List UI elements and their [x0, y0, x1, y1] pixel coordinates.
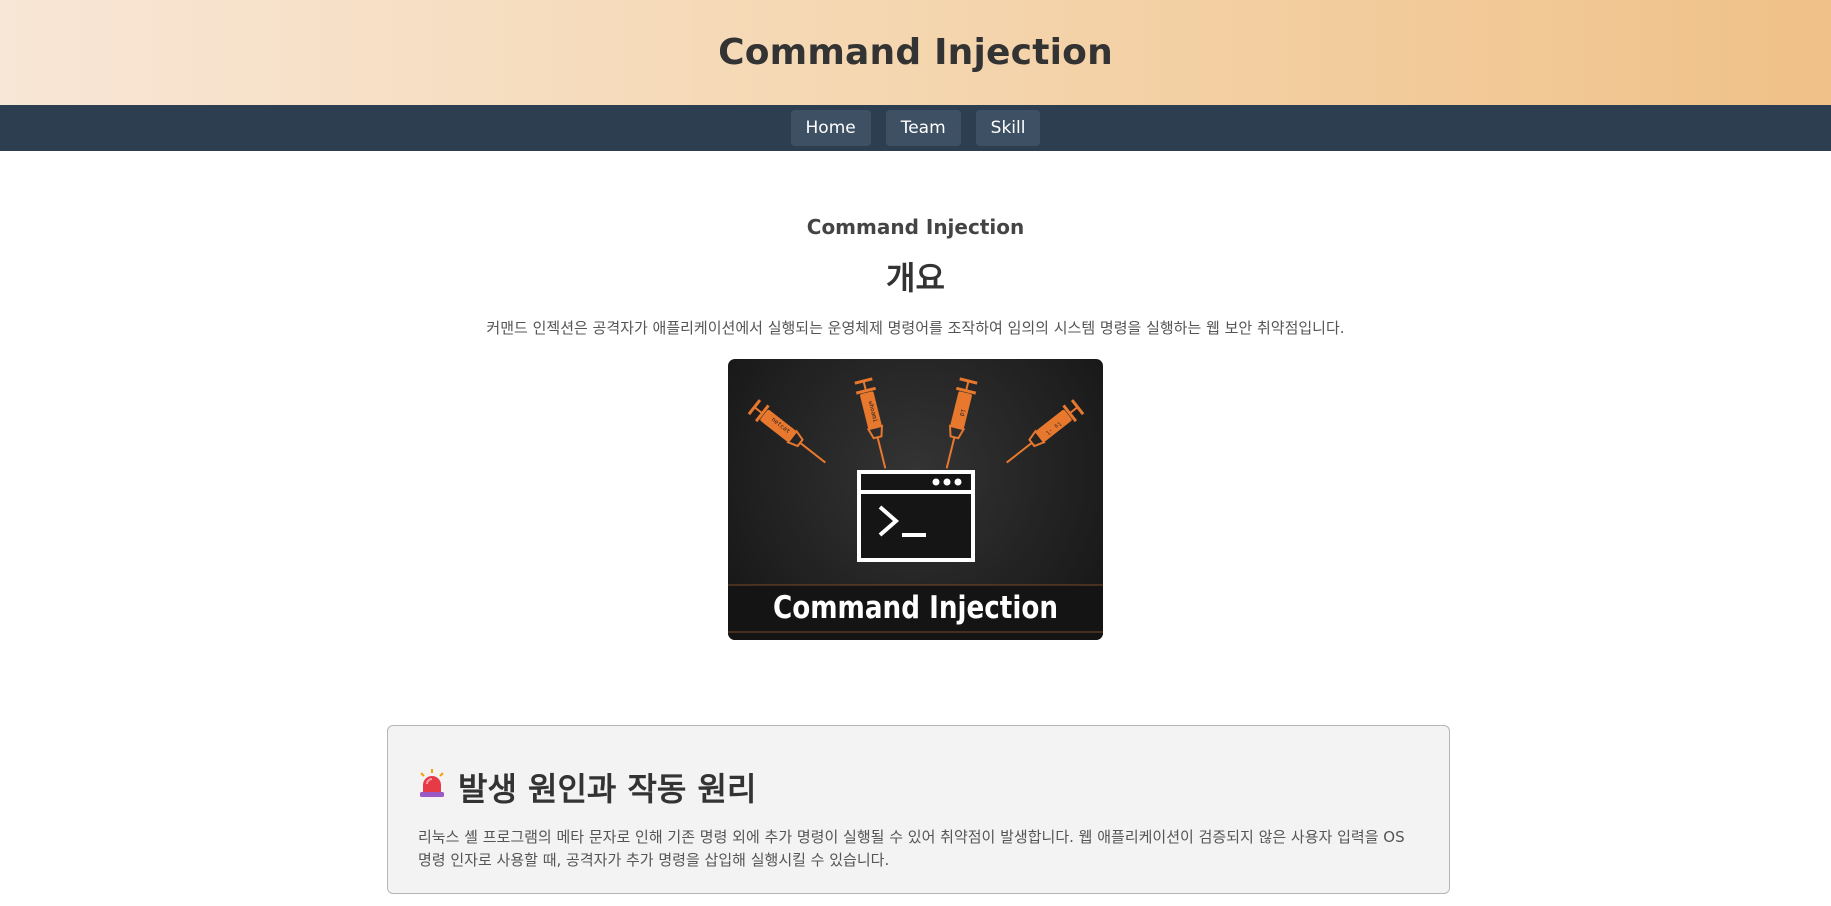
- nav-skill-button[interactable]: Skill: [975, 110, 1041, 146]
- syringe-icon: whoami: [852, 377, 897, 473]
- siren-icon: [418, 768, 446, 806]
- syringe-icon: id: [935, 377, 980, 473]
- site-title: Command Injection: [718, 32, 1113, 73]
- cause-card: 발생 원인과 작동 원리 리눅스 셸 프로그램의 메타 문자로 인해 기존 명령…: [387, 725, 1450, 894]
- cause-body: 리눅스 셸 프로그램의 메타 문자로 인해 기존 명령 외에 추가 명령이 실행…: [418, 828, 1405, 869]
- nav-team-button[interactable]: Team: [885, 110, 961, 146]
- command-injection-illustration: netcat whoami id ls -l Command Injection: [728, 359, 1103, 640]
- cause-heading: 발생 원인과 작동 원리: [418, 764, 1419, 810]
- terminal-icon: [857, 470, 975, 562]
- illustration-caption: Command Injection: [773, 590, 1058, 626]
- cause-title: 발생 원인과 작동 원리: [458, 770, 757, 808]
- syringe-icon: ls -l: [999, 397, 1086, 472]
- nav-home-button[interactable]: Home: [790, 110, 871, 146]
- overview-description: 커맨드 인젝션은 공격자가 애플리케이션에서 실행되는 운영체제 명령어를 조작…: [486, 319, 1345, 337]
- site-header: Command Injection: [0, 0, 1831, 105]
- overview-kicker: Command Injection: [806, 215, 1025, 239]
- main-nav: Home Team Skill: [0, 105, 1831, 151]
- overview-title: 개요: [886, 259, 945, 297]
- syringe-icon: netcat: [746, 397, 833, 472]
- main-content: Command Injection 개요 커맨드 인젝션은 공격자가 애플리케이…: [0, 215, 1831, 640]
